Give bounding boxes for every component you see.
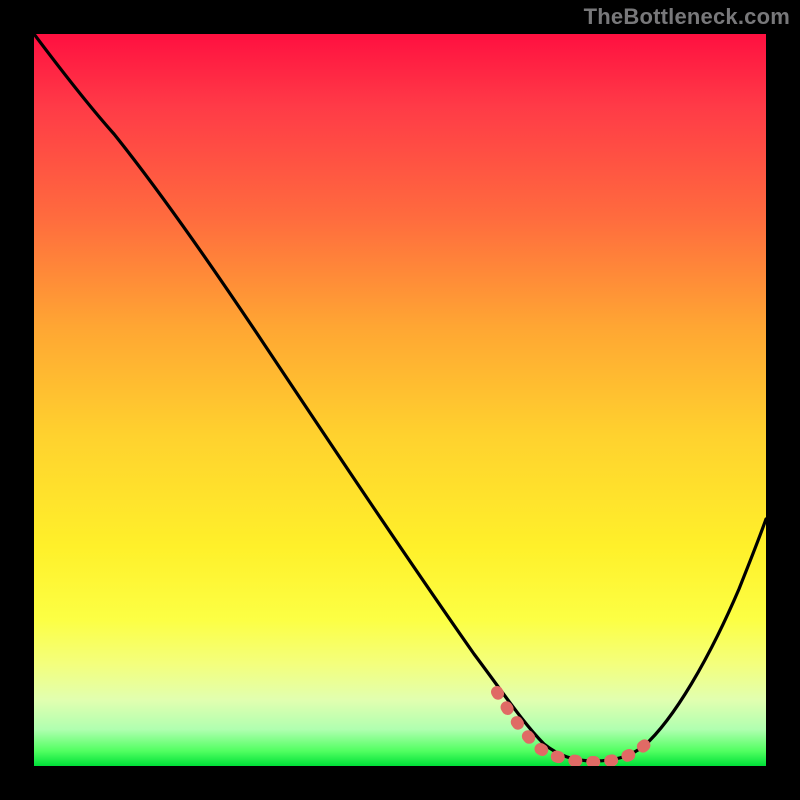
- watermark-text: TheBottleneck.com: [584, 4, 790, 30]
- optimal-marker: [497, 692, 646, 762]
- plot-area: [34, 34, 766, 766]
- curve-path: [34, 34, 766, 761]
- chart-container: TheBottleneck.com: [0, 0, 800, 800]
- bottleneck-curve: [34, 34, 766, 766]
